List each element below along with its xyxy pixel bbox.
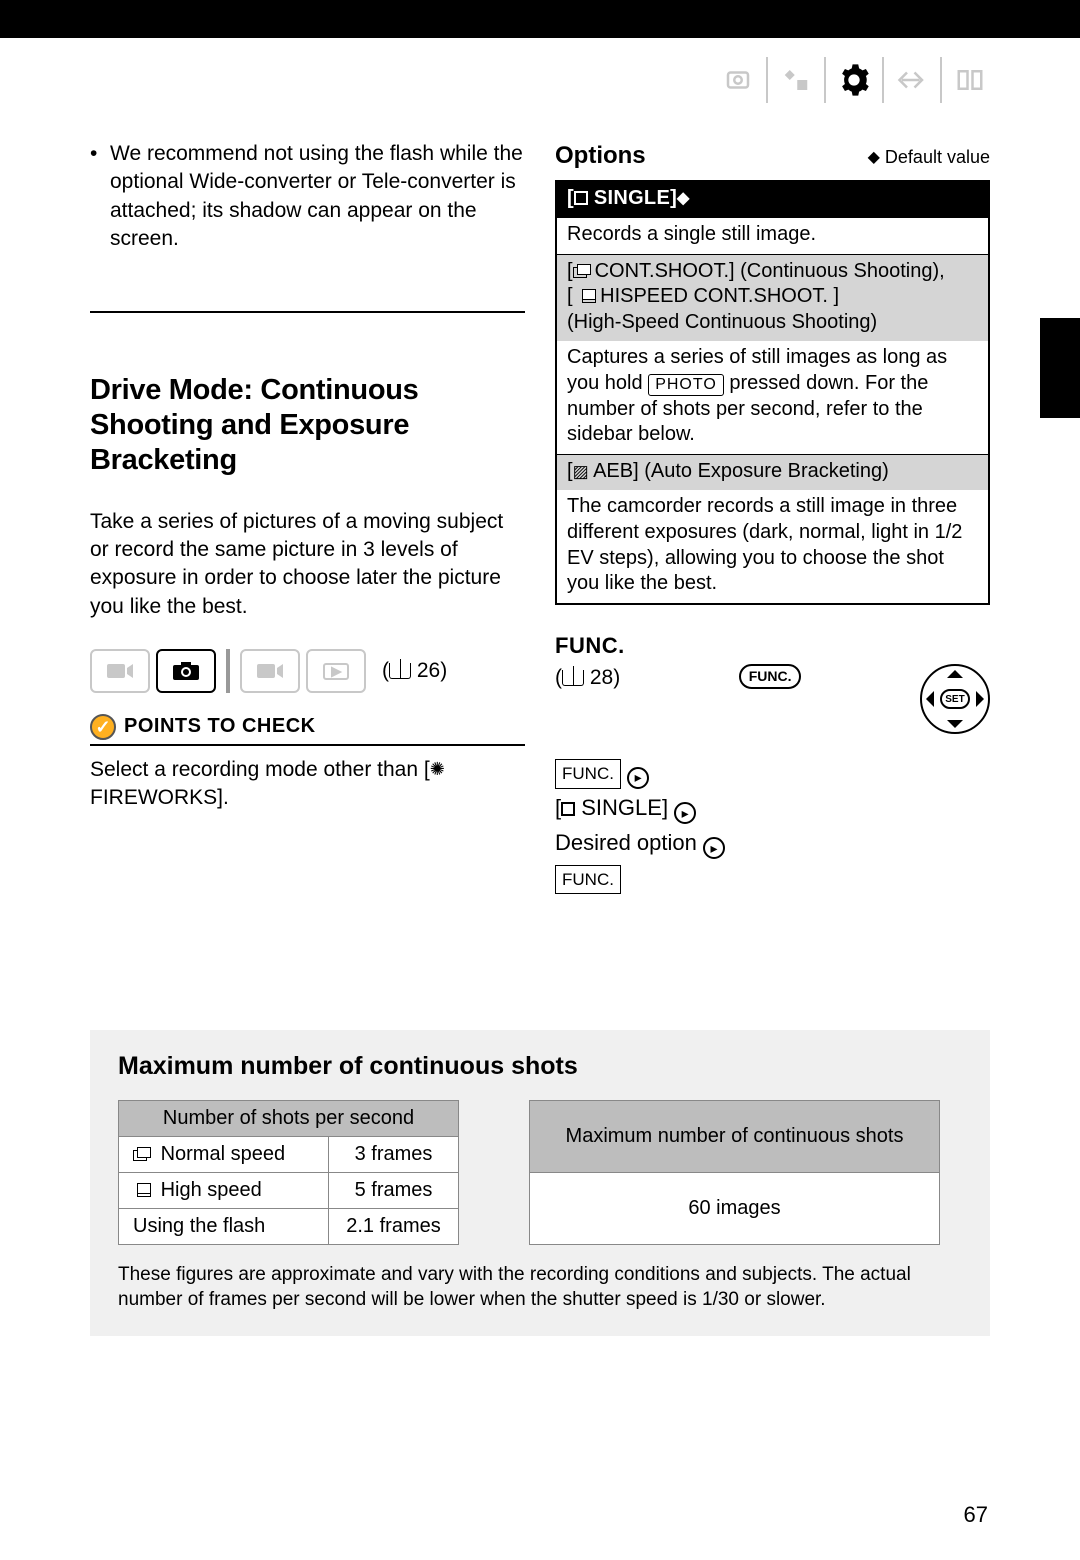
- table-row: 60 images: [530, 1172, 940, 1244]
- operation-steps: FUNC. ▸ [ SINGLE] ▸ Desired option ▸ FUN…: [555, 754, 990, 895]
- dpad-set-label: SET: [940, 689, 970, 709]
- tab-icon-4: [884, 58, 940, 102]
- default-value-note: ◆ Default value: [868, 145, 990, 169]
- page-number: 67: [964, 1500, 988, 1530]
- chapter-side-tab: [1040, 318, 1080, 418]
- mode-icons-row: ( 26): [90, 649, 525, 693]
- tab-icon-active: [826, 58, 882, 102]
- points-to-check-header: ✓ POINTS TO CHECK: [90, 713, 525, 740]
- left-column: We recommend not using the flash while t…: [90, 140, 525, 895]
- book-ref-icon: [389, 663, 411, 679]
- mode-playback-photo-icon: [306, 649, 366, 693]
- fireworks-icon: ✺: [430, 757, 445, 781]
- func-page-ref: ( 28): [555, 664, 620, 692]
- points-divider: [90, 744, 525, 746]
- tab-icon-2: [768, 58, 824, 102]
- top-black-bar: [0, 0, 1080, 38]
- section-heading: Drive Mode: Continuous Shooting and Expo…: [90, 373, 525, 477]
- options-title: Options: [555, 140, 646, 172]
- tab-icon-1: [710, 58, 766, 102]
- section-intro: Take a series of pictures of a moving su…: [90, 508, 525, 621]
- mode-playback-video-icon: [240, 649, 300, 693]
- select-arrow-icon: ▸: [674, 802, 696, 824]
- option-single-desc: Records a single still image.: [557, 218, 988, 254]
- burst-icon: [573, 264, 591, 278]
- max-shots-title: Maximum number of continuous shots: [118, 1050, 962, 1084]
- select-arrow-icon: ▸: [703, 837, 725, 859]
- dpad-icon: SET: [920, 664, 990, 734]
- points-text: Select a recording mode other than [✺ FI…: [90, 756, 525, 813]
- hispeed-burst-icon: [578, 289, 596, 303]
- func-box-1: FUNC.: [555, 759, 621, 788]
- burst-icon: [133, 1147, 151, 1161]
- tab-icon-5: [942, 58, 998, 102]
- mode-page-ref: 26: [417, 659, 440, 682]
- section-divider: [90, 311, 525, 313]
- mode-photo-icon: [156, 649, 216, 693]
- chapter-tab-icons: [710, 55, 998, 105]
- table-footnote: These figures are approximate and vary w…: [118, 1263, 962, 1312]
- func-heading: FUNC.: [555, 631, 990, 661]
- points-to-check-label: POINTS TO CHECK: [124, 713, 316, 740]
- recommendation-bullet: We recommend not using the flash while t…: [90, 140, 525, 253]
- mode-video-icon: [90, 649, 150, 693]
- table-row: Normal speed3 frames: [119, 1136, 459, 1172]
- right-column: Options ◆ Default value [ SINGLE]◆ Recor…: [555, 140, 990, 895]
- func-box-2: FUNC.: [555, 865, 621, 894]
- func-oval-button: FUNC.: [739, 664, 802, 689]
- page-content: We recommend not using the flash while t…: [90, 140, 990, 1520]
- max-shots-table: Maximum number of continuous shots 60 im…: [529, 1100, 940, 1245]
- photo-button-box: PHOTO: [648, 374, 724, 396]
- table-row: Using the flash2.1 frames: [119, 1208, 459, 1244]
- table-header: Number of shots per second: [119, 1100, 459, 1136]
- hispeed-burst-icon: [133, 1183, 151, 1197]
- table-row: High speed5 frames: [119, 1172, 459, 1208]
- option-aeb-header: [▨ AEB] (Auto Exposure Bracketing): [557, 454, 988, 491]
- book-ref-icon: [562, 670, 584, 686]
- table-header: Maximum number of continuous shots: [530, 1100, 940, 1172]
- option-single-header: [ SINGLE]◆: [557, 182, 988, 218]
- max-shots-box: Maximum number of continuous shots Numbe…: [90, 1030, 990, 1336]
- shots-per-second-table: Number of shots per second Normal speed3…: [118, 1100, 459, 1245]
- option-cont-header: [CONT.SHOOT.] (Continuous Shooting), [ H…: [557, 254, 988, 342]
- option-aeb-desc: The camcorder records a still image in t…: [557, 490, 988, 602]
- option-cont-desc: Captures a series of still images as lon…: [557, 341, 988, 453]
- options-table: [ SINGLE]◆ Records a single still image.…: [555, 180, 990, 604]
- select-arrow-icon: ▸: [627, 767, 649, 789]
- check-icon: ✓: [90, 714, 116, 740]
